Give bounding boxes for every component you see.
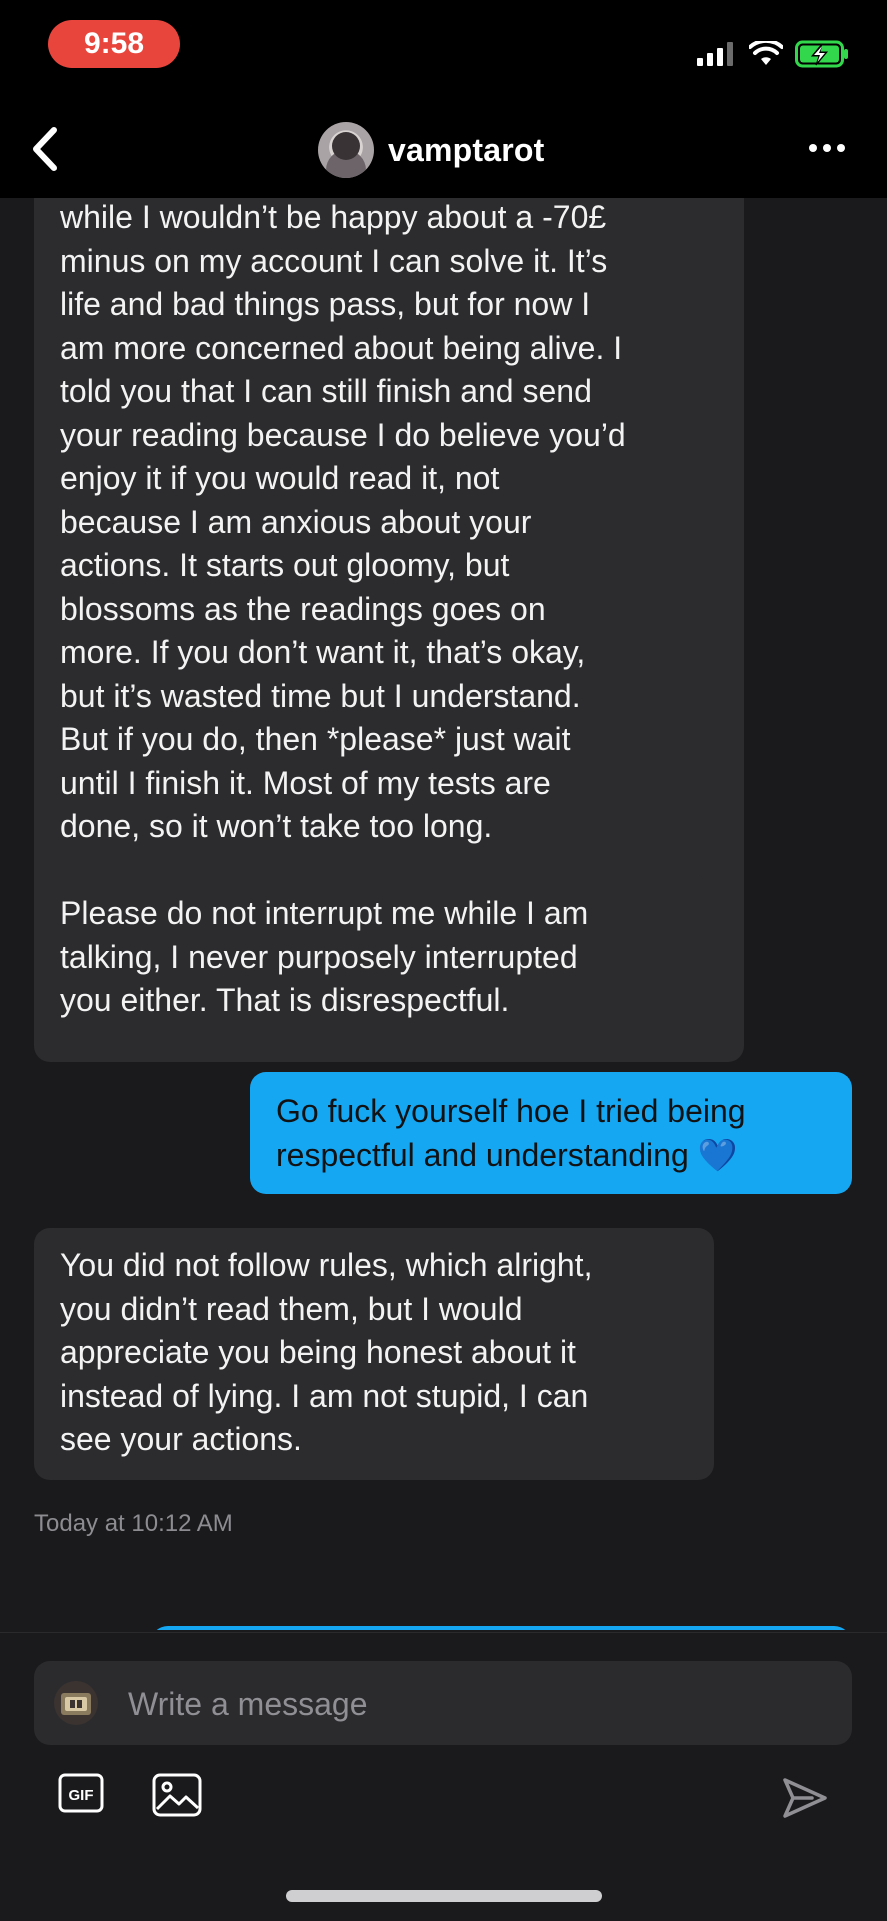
wifi-icon (749, 41, 783, 65)
message-input-container[interactable] (34, 1661, 852, 1747)
image-button[interactable] (152, 1773, 202, 1822)
more-options-button[interactable] (807, 138, 847, 158)
message-composer: GIF (0, 1632, 887, 1921)
top-bar: 9:58 vamptarot (0, 0, 887, 198)
send-button[interactable] (782, 1777, 828, 1824)
message-bubble-incoming[interactable]: Please do not interrupt me while I am ta… (34, 872, 706, 1034)
conversation-title[interactable]: vamptarot (318, 122, 545, 178)
message-bubble-incoming[interactable]: You did not follow rules, which alright,… (34, 1228, 714, 1480)
user-avatar-icon (54, 1681, 98, 1725)
status-time: 9:58 (48, 20, 180, 68)
home-indicator[interactable] (286, 1890, 602, 1902)
message-bubble-outgoing-partial[interactable] (150, 1626, 852, 1630)
message-list[interactable]: while I wouldn’t be happy about a -70£ m… (0, 198, 887, 1630)
message-input[interactable] (126, 1661, 830, 1747)
message-timestamp: Today at 10:12 AM (34, 1510, 233, 1537)
chevron-left-icon (33, 127, 57, 171)
contact-avatar[interactable] (318, 122, 374, 178)
image-icon (152, 1773, 202, 1817)
status-icons (697, 36, 849, 72)
conversation-header: vamptarot (0, 118, 887, 182)
message-bubble-outgoing[interactable]: Go fuck yourself hoe I tried being respe… (250, 1072, 852, 1194)
battery-charging-icon (795, 40, 848, 68)
gif-button[interactable]: GIF (58, 1773, 104, 1818)
gif-icon: GIF (58, 1773, 104, 1813)
ellipsis-icon (809, 144, 845, 152)
gif-label: GIF (69, 1787, 94, 1804)
back-button[interactable] (22, 124, 72, 174)
contact-name: vamptarot (388, 131, 545, 168)
cellular-signal-icon (697, 42, 733, 66)
send-icon (783, 1778, 827, 1818)
